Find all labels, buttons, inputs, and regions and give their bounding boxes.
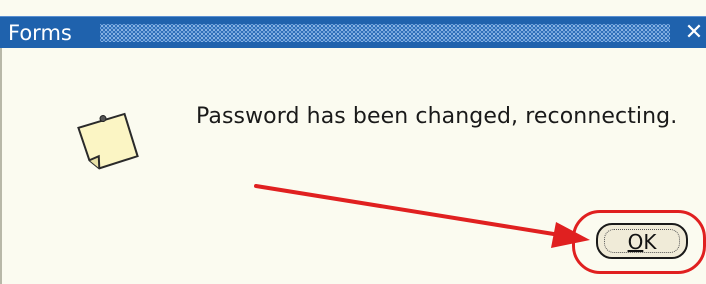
- dialog-titlebar[interactable]: Forms ✕: [0, 16, 706, 48]
- dialog-message: Password has been changed, reconnecting.: [196, 104, 678, 129]
- ok-button-label: K: [643, 230, 657, 254]
- forms-dialog: Forms ✕ Password has been changed, recon…: [0, 0, 706, 284]
- dialog-title: Forms: [8, 21, 72, 45]
- note-icon: [77, 112, 139, 170]
- ok-button[interactable]: OK: [596, 223, 688, 259]
- ok-button-mnemonic: O: [627, 230, 644, 254]
- close-button[interactable]: ✕: [682, 19, 706, 47]
- dialog-left-border: [0, 48, 2, 284]
- titlebar-dither-pattern: [100, 24, 670, 42]
